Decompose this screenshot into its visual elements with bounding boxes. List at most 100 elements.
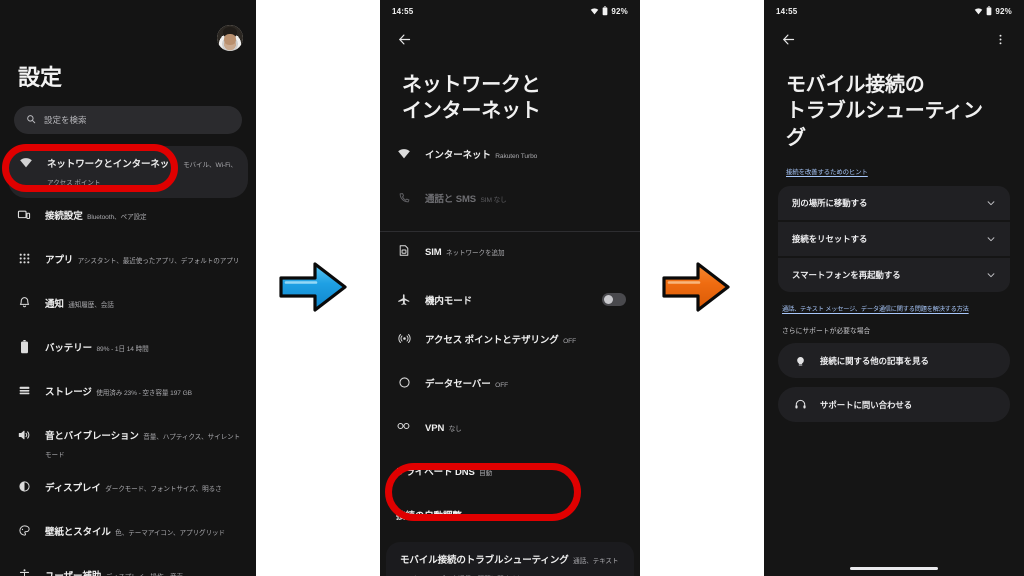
settings-home-appbar (0, 0, 256, 52)
sidebar-item-storage[interactable]: ストレージ 使用済み 23% - 空き容量 197 GB (0, 374, 256, 418)
page-title: ネットワークと インターネット (380, 56, 640, 137)
support-item-more-articles[interactable]: 接続に関する他の記事を見る (778, 343, 1010, 379)
battery-icon (602, 6, 608, 16)
list-item-internet[interactable]: インターネット Rakuten Turbo (380, 137, 640, 181)
troubleshooting-appbar (764, 22, 1024, 56)
item-subtitle: ネットワークを追加 (446, 249, 505, 257)
item-title: 壁紙とスタイル (45, 527, 111, 538)
item-title: 接続の自動調整 (396, 510, 462, 522)
airplane-mode-toggle[interactable] (602, 293, 626, 307)
need-more-support-label: さらにサポートが必要な場合 (782, 328, 871, 336)
list-item-hotspot-tethering[interactable]: アクセス ポイントとテザリング OFF (380, 322, 640, 366)
item-title: インターネット (425, 149, 491, 161)
page-title: モバイル接続の トラブルシューティング (764, 56, 1024, 163)
list-item-sim[interactable]: SIM ネットワークを追加 (380, 234, 640, 278)
accordion-item-reset-connection[interactable]: 接続をリセットする (778, 222, 1010, 259)
sidebar-item-notifications[interactable]: 通知 通知履歴、会話 (0, 286, 256, 330)
list-item-calls-sms[interactable]: 通話と SMS SIM なし (380, 181, 640, 225)
chevron-down-icon[interactable] (986, 234, 996, 244)
hotspot-icon (396, 332, 412, 345)
sidebar-item-battery[interactable]: バッテリー 89% - 1日 14 時間 (0, 330, 256, 374)
list-item-adaptive-connectivity[interactable]: 接続の自動調整 ON (380, 498, 640, 542)
item-title: 音とバイブレーション (45, 431, 139, 442)
vpn-icon (396, 420, 412, 432)
item-subtitle: なし (448, 425, 462, 433)
bell-icon (16, 296, 32, 309)
battery-percent: 92% (611, 6, 628, 16)
list-item-mobile-troubleshooting[interactable]: モバイル接続のトラブルシューティング 通話、テキスト メッセージ、データ通信の問… (386, 541, 634, 576)
item-subtitle: OFF (563, 337, 577, 345)
sim-icon (396, 244, 412, 257)
item-title: アクセス ポイントとテザリング (425, 334, 559, 346)
battery-icon (986, 6, 992, 16)
blue-right-arrow (277, 258, 349, 321)
chevron-down-icon[interactable] (986, 270, 996, 280)
item-subtitle: 使用済み 23% - 空き容量 197 GB (96, 390, 192, 397)
page-title-line1: モバイル接続の (786, 74, 925, 96)
sidebar-item-display[interactable]: ディスプレイ ダークモード、フォントサイズ、明るさ (0, 470, 256, 514)
item-title: 接続設定 (45, 211, 83, 222)
home-pill[interactable] (850, 567, 938, 570)
item-title: VPN (425, 422, 445, 434)
orange-right-arrow (660, 258, 732, 321)
page-title-line2: トラブルシューティング (786, 100, 983, 149)
list-item-private-dns[interactable]: プライベート DNS 自動 (380, 454, 640, 498)
item-subtitle: ON (466, 513, 476, 521)
sidebar-item-accessibility[interactable]: ユーザー補助 ディスプレイ、操作、音声 (0, 558, 256, 576)
support-item-label: 接続に関する他の記事を見る (820, 355, 929, 366)
more-vert-icon[interactable] (989, 28, 1011, 50)
item-title: ディスプレイ (45, 483, 101, 494)
gesture-nav-bar (764, 567, 1024, 570)
phone-panel-troubleshooting: 14:55 92% モバイル接続の トラブルシューティング 接続を改善するための… (764, 0, 1024, 576)
sidebar-item-apps[interactable]: アプリ アシスタント、最近使ったアプリ、デフォルトのアプリ (0, 242, 256, 286)
solve-problems-article-link[interactable]: 通話、テキスト メッセージ、データ通信に関する問題を解決する方法 (764, 292, 1024, 313)
accordion-item-move-location[interactable]: 別の場所に移動する (778, 186, 1010, 223)
screenshot-stage: 設定 設定を検索 ネットワークとインターネット モバイル、Wi-Fi、アクセス … (0, 0, 1024, 576)
item-subtitle: OFF (495, 381, 509, 389)
sidebar-item-wallpaper-style[interactable]: 壁紙とスタイル 色、テーマアイコン、アプリグリッド (0, 514, 256, 558)
settings-list: ネットワークとインターネット モバイル、Wi-Fi、アクセス ポイント 接続設定… (0, 146, 256, 576)
back-arrow-icon[interactable] (777, 28, 799, 50)
chevron-down-icon[interactable] (986, 198, 996, 208)
improve-connection-hint-link[interactable]: 接続を改善するためのヒント (764, 163, 1024, 186)
wifi-icon (396, 147, 412, 161)
item-title: モバイル接続のトラブルシューティング (400, 554, 569, 566)
wifi-icon (18, 156, 34, 170)
item-title: 機内モード (425, 295, 473, 307)
sidebar-item-network-internet[interactable]: ネットワークとインターネット モバイル、Wi-Fi、アクセス ポイント (8, 146, 248, 198)
page-title-line2: インターネット (402, 100, 541, 123)
item-title: プライベート DNS (396, 466, 475, 478)
phone-sms-icon (396, 191, 412, 204)
list-item-vpn[interactable]: VPN なし (380, 410, 640, 454)
item-subtitle: SIM なし (480, 196, 507, 204)
support-item-contact-support[interactable]: サポートに問い合わせる (778, 387, 1010, 423)
back-arrow-icon[interactable] (393, 28, 415, 50)
item-title: データセーバー (425, 378, 491, 390)
item-title: SIM (425, 246, 442, 258)
item-subtitle: ダークモード、フォントサイズ、明るさ (105, 486, 222, 493)
lightbulb-icon (794, 354, 807, 367)
status-bar: 14:55 92% (380, 0, 640, 22)
status-time: 14:55 (776, 6, 798, 16)
accordion-item-restart-phone[interactable]: スマートフォンを再起動する (778, 258, 1010, 292)
item-subtitle: 自動 (479, 469, 493, 477)
item-subtitle: 色、テーマアイコン、アプリグリッド (115, 530, 225, 537)
support-item-label: サポートに問い合わせる (820, 399, 913, 410)
item-subtitle: Rakuten Turbo (495, 152, 538, 160)
list-item-data-saver[interactable]: データセーバー OFF (380, 366, 640, 410)
divider (380, 230, 640, 232)
sidebar-item-sound-vibration[interactable]: 音とバイブレーション 音量、ハプティクス、サイレント モード (0, 418, 256, 470)
brightness-icon (16, 480, 32, 493)
troubleshooting-accordion: 別の場所に移動する 接続をリセットする スマートフォンを再起動する (778, 186, 1010, 293)
battery-icon (16, 340, 32, 354)
devices-icon (16, 208, 32, 222)
avatar[interactable] (217, 25, 243, 51)
sidebar-item-connected-devices[interactable]: 接続設定 Bluetooth、ペア設定 (0, 198, 256, 242)
item-subtitle: Bluetooth、ペア設定 (87, 214, 147, 221)
search-icon (26, 111, 36, 129)
palette-icon (16, 524, 32, 537)
search-input[interactable]: 設定を検索 (14, 106, 242, 134)
list-item-airplane-mode[interactable]: 機内モード (380, 278, 640, 322)
phone-panel-settings-home: 設定 設定を検索 ネットワークとインターネット モバイル、Wi-Fi、アクセス … (0, 0, 256, 576)
item-title: アプリ (45, 255, 74, 266)
